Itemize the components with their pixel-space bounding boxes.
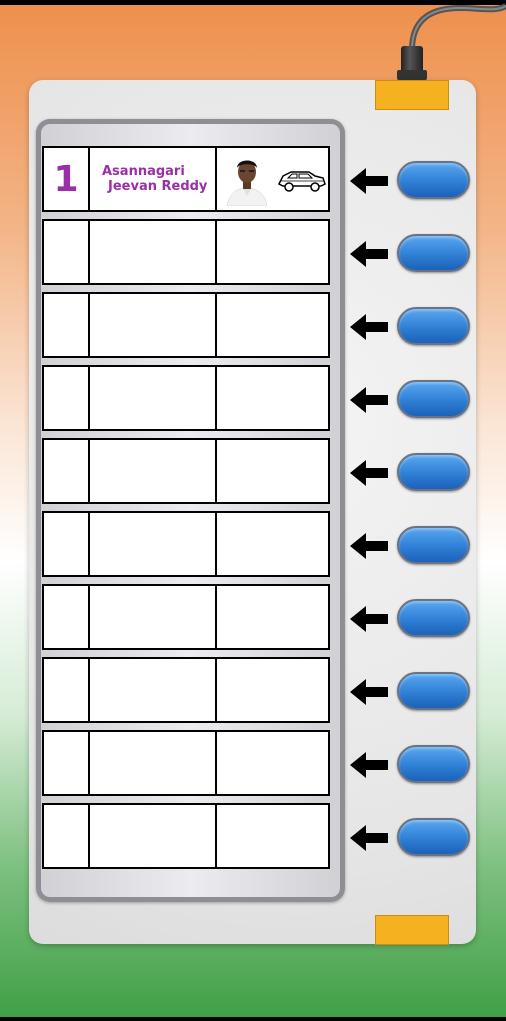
candidate-name-line2: Jeevan Reddy (108, 179, 208, 194)
serial-number (44, 440, 90, 502)
serial-number: 1 (44, 148, 90, 210)
vote-button-3[interactable] (397, 307, 470, 345)
candidate-name (90, 440, 217, 502)
serial-number (44, 367, 90, 429)
serial-number (44, 221, 90, 283)
serial-number (44, 294, 90, 356)
serial-number (44, 513, 90, 575)
top-bar (0, 0, 506, 5)
candidate-name (90, 513, 217, 575)
serial-number (44, 732, 90, 794)
car-icon (277, 171, 326, 192)
vote-button-1[interactable] (397, 161, 470, 199)
candidate-name (90, 586, 217, 648)
bottom-bar (0, 1017, 506, 1021)
candidate-symbol-cell (217, 513, 328, 575)
candidate-name (90, 367, 217, 429)
connector-plug-icon (397, 46, 427, 80)
candidate-name: Asannagari Jeevan Reddy (90, 148, 217, 210)
candidate-symbol-cell (217, 367, 328, 429)
candidate-symbol-cell (217, 732, 328, 794)
candidate-symbol-cell (217, 659, 328, 721)
vote-button-4[interactable] (397, 380, 470, 418)
candidate-name (90, 221, 217, 283)
candidate-name (90, 294, 217, 356)
vote-button-7[interactable] (397, 599, 470, 637)
arrow-left-icon (350, 241, 388, 267)
candidate-symbol-cell (217, 586, 328, 648)
ballot-row-9 (42, 730, 330, 796)
arrow-left-icon (350, 679, 388, 705)
vote-button-10[interactable] (397, 818, 470, 856)
candidate-name-line1: Asannagari (102, 164, 185, 179)
vote-button-5[interactable] (397, 453, 470, 491)
ballot-row-2 (42, 219, 330, 285)
candidate-symbol-cell (217, 221, 328, 283)
vote-button-9[interactable] (397, 745, 470, 783)
top-tab (375, 80, 449, 110)
ballot-row-7 (42, 584, 330, 650)
serial-number (44, 586, 90, 648)
ballot-row-5 (42, 438, 330, 504)
arrow-left-icon (350, 752, 388, 778)
candidate-name (90, 732, 217, 794)
ballot-row-4 (42, 365, 330, 431)
candidate-photo-icon (223, 152, 271, 206)
arrow-left-icon (350, 606, 388, 632)
candidate-name (90, 659, 217, 721)
vote-button-2[interactable] (397, 234, 470, 272)
candidate-symbol-cell (217, 148, 328, 210)
cable-icon (409, 3, 506, 51)
arrow-left-icon (350, 168, 388, 194)
arrow-left-icon (350, 314, 388, 340)
ballot-row-8 (42, 657, 330, 723)
arrow-left-icon (350, 825, 388, 851)
bottom-tab (375, 915, 449, 945)
candidate-symbol-cell (217, 440, 328, 502)
vote-button-6[interactable] (397, 526, 470, 564)
candidate-symbol-cell (217, 294, 328, 356)
vote-button-8[interactable] (397, 672, 470, 710)
ballot-row-1: 1 Asannagari Jeevan Reddy (42, 146, 330, 212)
ballot-row-10 (42, 803, 330, 869)
ballot-row-6 (42, 511, 330, 577)
ballot-row-3 (42, 292, 330, 358)
candidate-name (90, 805, 217, 867)
arrow-left-icon (350, 387, 388, 413)
candidate-symbol-cell (217, 805, 328, 867)
arrow-left-icon (350, 533, 388, 559)
serial-number (44, 659, 90, 721)
serial-number (44, 805, 90, 867)
arrow-left-icon (350, 460, 388, 486)
